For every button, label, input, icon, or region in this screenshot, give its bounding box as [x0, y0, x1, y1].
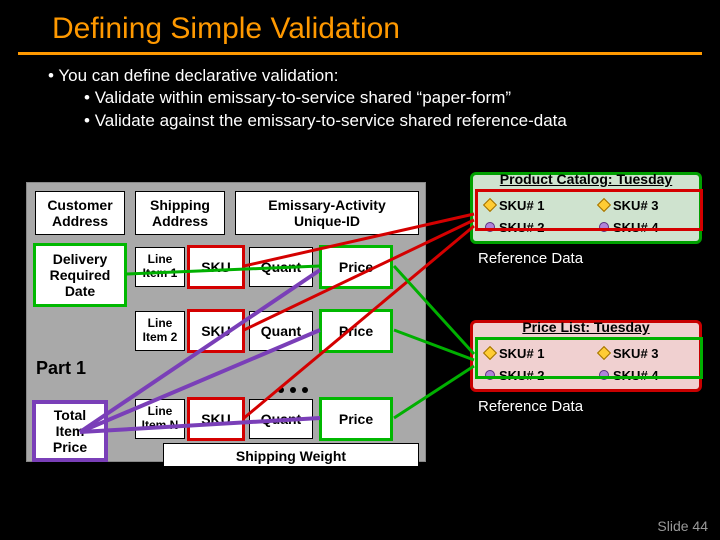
bullet-1: You can define declarative validation:: [48, 65, 720, 87]
bullet-3: Validate against the emissary-to-service…: [48, 110, 720, 132]
total-item-price: TotalItemPrice: [35, 403, 105, 459]
slide-title: Defining Simple Validation: [0, 12, 720, 46]
line-item-1-label: LineItem 1: [135, 247, 185, 287]
pricelist-ref-label: Reference Data: [478, 398, 583, 415]
ellipsis-icon: [275, 380, 311, 396]
bullet-list: You can define declarative validation: V…: [0, 55, 720, 132]
part-1-label: Part 1: [36, 358, 86, 379]
line-item-1-price: Price: [321, 247, 391, 287]
product-catalog-box: Product Catalog: Tuesday SKU# 1 SKU# 2 S…: [470, 172, 702, 244]
catalog-red-overlay: [475, 189, 703, 231]
catalog-ref-label: Reference Data: [478, 250, 583, 267]
shipping-address: ShippingAddress: [135, 191, 225, 235]
line-item-2-label: LineItem 2: [135, 311, 185, 351]
line-item-n-label: LineItem N: [135, 399, 185, 439]
bullet-2: Validate within emissary-to-service shar…: [48, 87, 720, 109]
line-item-1-quant: Quant: [249, 247, 313, 287]
line-item-1-sku: SKU: [189, 247, 243, 287]
slide-number: Slide 44: [657, 518, 708, 534]
line-item-2-sku: SKU: [189, 311, 243, 351]
shipping-weight: Shipping Weight: [163, 443, 419, 467]
delivery-required-date: DeliveryRequiredDate: [35, 245, 125, 305]
price-list-box: Price List: Tuesday SKU# 1 SKU# 2 SKU# 3…: [470, 320, 702, 392]
line-item-n-price: Price: [321, 399, 391, 439]
emissary-activity-id: Emissary-ActivityUnique-ID: [235, 191, 419, 235]
line-item-n-quant: Quant: [249, 399, 313, 439]
line-item-2-price: Price: [321, 311, 391, 351]
pricelist-green-overlay: [475, 337, 703, 379]
price-list-title: Price List: Tuesday: [481, 319, 691, 335]
paper-form: CustomerAddress ShippingAddress Emissary…: [26, 182, 426, 462]
line-item-2-quant: Quant: [249, 311, 313, 351]
customer-address: CustomerAddress: [35, 191, 125, 235]
line-item-n-sku: SKU: [189, 399, 243, 439]
product-catalog-title: Product Catalog: Tuesday: [481, 171, 691, 187]
diagram-canvas: CustomerAddress ShippingAddress Emissary…: [0, 170, 720, 540]
